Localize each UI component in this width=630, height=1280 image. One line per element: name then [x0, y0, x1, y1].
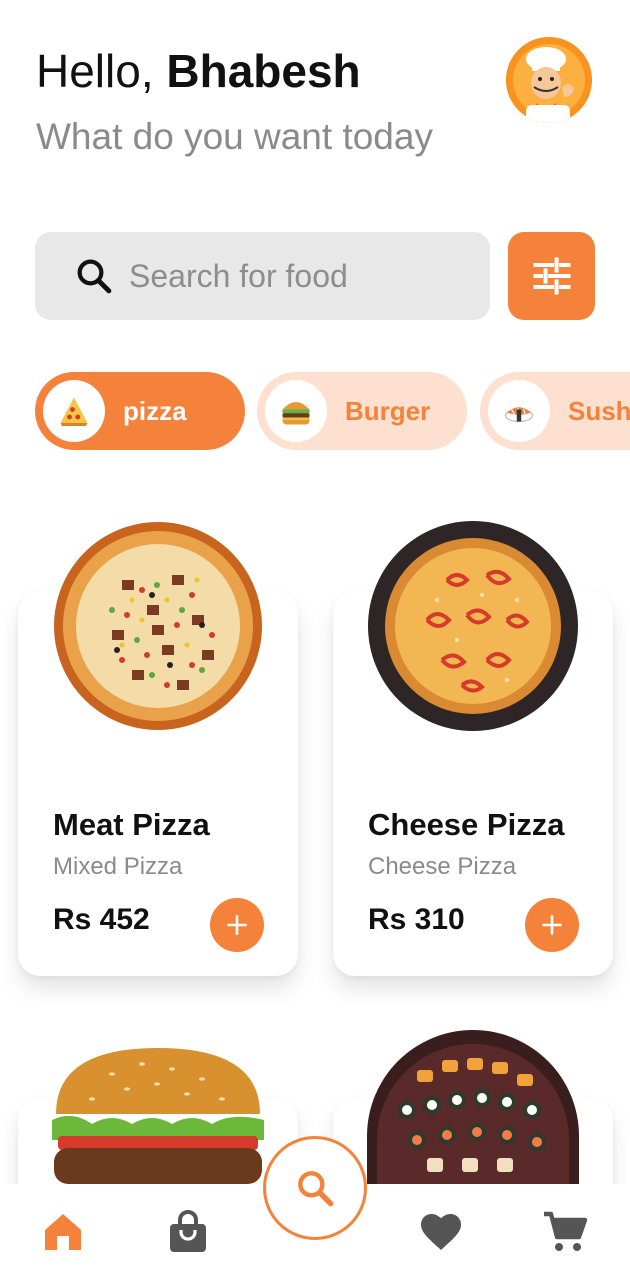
search-fab-button[interactable]	[263, 1136, 367, 1240]
filter-sliders-icon	[532, 257, 571, 295]
plus-icon	[542, 915, 562, 935]
product-category: Mixed Pizza	[53, 853, 183, 880]
chef-avatar-icon	[506, 37, 592, 123]
meat-pizza-image	[54, 522, 262, 730]
cart-icon[interactable]	[542, 1208, 590, 1256]
category-label: Burger	[345, 395, 431, 426]
cheese-pizza-image	[368, 521, 578, 731]
home-icon[interactable]	[39, 1208, 87, 1256]
burger-icon	[265, 380, 327, 442]
bag-icon[interactable]	[164, 1208, 212, 1256]
category-chip-pizza[interactable]: pizza	[35, 372, 245, 450]
burger-image	[52, 1048, 264, 1184]
category-chip-sushi[interactable]: Sushi	[480, 372, 630, 450]
product-price: Rs 310	[368, 903, 465, 936]
user-name: Bhabesh	[166, 45, 361, 97]
pizza-icon	[43, 380, 105, 442]
search-input[interactable]: Search for food	[129, 258, 348, 295]
greeting-prefix: Hello,	[36, 45, 154, 97]
add-to-cart-button[interactable]	[210, 898, 264, 952]
add-to-cart-button[interactable]	[525, 898, 579, 952]
greeting: Hello, Bhabesh	[36, 44, 361, 99]
filter-button[interactable]	[508, 232, 595, 320]
category-label: pizza	[123, 395, 187, 426]
category-label: Sushi	[568, 395, 630, 426]
category-chip-burger[interactable]: Burger	[257, 372, 467, 450]
heart-icon[interactable]	[417, 1208, 465, 1256]
product-price: Rs 452	[53, 903, 150, 936]
product-name: Cheese Pizza	[368, 807, 565, 842]
product-category: Cheese Pizza	[368, 853, 517, 880]
search-icon	[77, 259, 112, 294]
product-name: Meat Pizza	[53, 807, 210, 842]
page-subtitle: What do you want today	[36, 116, 433, 157]
avatar[interactable]	[506, 37, 592, 123]
category-chips: pizza Burger Sushi	[35, 372, 630, 452]
search-bar[interactable]: Search for food	[35, 232, 490, 320]
sushi-icon	[488, 380, 550, 442]
plus-icon	[227, 915, 247, 935]
search-icon	[298, 1171, 334, 1207]
sushi-image	[367, 1030, 579, 1184]
